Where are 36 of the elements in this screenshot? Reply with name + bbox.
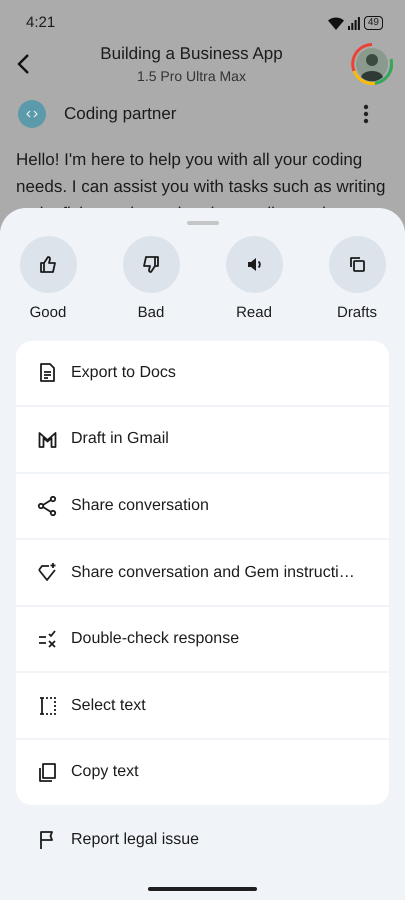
status-time: 4:21 — [26, 12, 56, 33]
wifi-icon — [328, 16, 344, 30]
back-icon[interactable] — [16, 53, 30, 75]
gem-name: Coding partner — [64, 103, 178, 126]
action-button[interactable]: Good — [8, 236, 88, 324]
action-button[interactable]: Read — [214, 236, 294, 324]
battery-level: 49 — [364, 16, 383, 30]
signal-icon — [348, 16, 360, 30]
chat-title: Building a Business App — [100, 42, 283, 65]
more-icon[interactable] — [363, 104, 369, 124]
action-button[interactable]: Drafts — [317, 236, 397, 324]
menu-item[interactable]: Draft in Gmail — [16, 407, 389, 472]
menu-item[interactable]: Select text — [16, 673, 389, 738]
checklist-icon — [37, 628, 57, 650]
action-label: Good — [30, 303, 66, 323]
action-label: Read — [236, 303, 272, 323]
text-select-icon — [37, 695, 57, 716]
thumb-up-icon — [38, 254, 58, 275]
thumb-down-icon — [141, 254, 161, 275]
model-name: 1.5 Pro Ultra Max — [137, 67, 246, 86]
action-button[interactable]: Bad — [111, 236, 191, 324]
diamond-sparkle-icon — [37, 562, 57, 584]
document-icon — [37, 362, 57, 384]
copy-icon — [37, 762, 57, 783]
menu-item[interactable]: Share conversation — [16, 474, 389, 538]
share-icon — [37, 495, 57, 516]
code-icon — [18, 100, 46, 128]
avatar[interactable] — [351, 43, 393, 85]
drag-handle[interactable] — [186, 221, 218, 225]
copy-icon — [347, 254, 367, 275]
menu-item[interactable]: Share conversation and Gem instructi… — [16, 540, 389, 605]
menu-item[interactable]: Copy text — [16, 740, 389, 805]
action-label: Bad — [138, 303, 164, 323]
menu-item[interactable]: Double-check response — [16, 606, 389, 672]
action-label: Drafts — [336, 303, 377, 323]
menu-item[interactable]: Export to Docs — [16, 340, 389, 406]
